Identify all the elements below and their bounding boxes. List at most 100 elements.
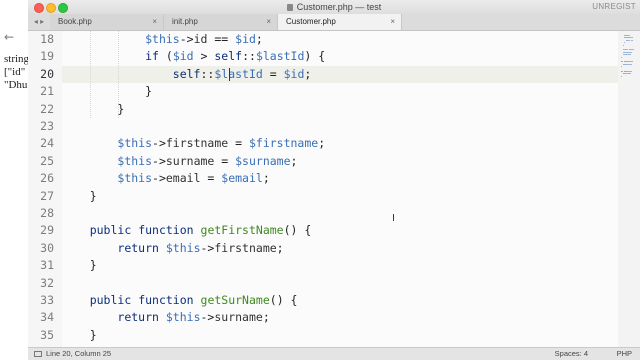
code-line[interactable]: [62, 205, 618, 222]
code-token: function: [138, 223, 194, 238]
code-token: id: [193, 32, 208, 46]
code-line[interactable]: $this->surname = $surname;: [62, 153, 618, 170]
indent-guide: [117, 31, 119, 118]
title-bar[interactable]: Customer.php — test UNREGIST: [28, 0, 640, 15]
code-line[interactable]: return $this->firstname;: [62, 240, 618, 257]
minimap-line: [631, 39, 633, 41]
line-number: 29: [40, 223, 54, 238]
back-arrow-icon[interactable]: ←: [4, 30, 14, 44]
code-token: ->: [200, 310, 215, 325]
minimap-line: [630, 71, 632, 72]
code-token: public: [89, 223, 132, 238]
code-token: $this: [145, 32, 180, 46]
line-number: 32: [40, 275, 54, 290]
code-line[interactable]: if ($id > self::$lastId) {: [62, 48, 618, 65]
window-title-text: Customer.php — test: [296, 2, 382, 12]
code-token: if: [145, 49, 159, 64]
minimap-line: [631, 37, 633, 39]
code-token: ->: [179, 32, 194, 46]
tab-book-php[interactable]: Book.php ×: [50, 14, 164, 30]
code-line[interactable]: }: [62, 327, 618, 344]
code-token: () {: [269, 293, 298, 307]
code-token: ;: [255, 32, 263, 46]
code-token: firstname: [165, 136, 229, 151]
tab-scroll-arrows-icon[interactable]: ◂ ▸: [30, 14, 48, 30]
code-token: email: [165, 171, 201, 186]
tab-close-icon[interactable]: ×: [152, 14, 157, 30]
code-token: =: [262, 66, 284, 81]
syntax-selector[interactable]: PHP: [617, 348, 632, 360]
tab-label: init.php: [172, 17, 198, 26]
code-token: =: [214, 153, 236, 168]
code-line[interactable]: }: [62, 257, 618, 274]
code-token: $lastId: [214, 66, 263, 81]
code-token: $firstname: [248, 136, 319, 151]
code-token: () {: [283, 223, 312, 238]
line-number: 33: [40, 293, 54, 307]
code-line[interactable]: }: [62, 101, 618, 118]
tab-label: Customer.php: [286, 17, 336, 26]
code-line[interactable]: $this->firstname = $firstname;: [62, 135, 618, 152]
code-token: function: [138, 293, 194, 307]
code-token: }: [62, 84, 153, 99]
code-token: $email: [221, 171, 263, 186]
code-token: ) {: [304, 49, 326, 64]
code-token: =: [200, 171, 222, 186]
line-number: 23: [40, 119, 54, 133]
code-line[interactable]: $this->id == $id;: [62, 31, 618, 48]
minimap[interactable]: [618, 31, 640, 348]
code-token: surname: [165, 153, 215, 168]
code-line[interactable]: return $this->surname;: [62, 309, 618, 326]
code-line[interactable]: }: [62, 83, 618, 100]
code-editor-area[interactable]: I $this->id == $id; if ($id > self::$las…: [62, 31, 618, 348]
code-line[interactable]: [62, 118, 618, 135]
code-line[interactable]: public function getFirstName() {: [62, 222, 618, 239]
editor-window: Customer.php — test UNREGIST ◂ ▸ Book.ph…: [28, 0, 640, 360]
code-line[interactable]: [62, 275, 618, 292]
code-token: $id: [172, 49, 194, 64]
code-token: ->: [200, 240, 215, 255]
code-token: $id: [283, 66, 305, 81]
code-line[interactable]: public function getSurName() {: [62, 292, 618, 309]
minimap-line: [630, 73, 632, 75]
line-number: 21: [40, 84, 54, 99]
code-token: }: [62, 327, 97, 342]
code-token: $lastId: [255, 49, 305, 64]
unregistered-label: UNREGIST: [592, 2, 636, 11]
code-token: firstname: [214, 240, 277, 255]
line-number: 27: [40, 188, 54, 203]
code-token: surname: [214, 310, 263, 325]
minimap-line: [622, 44, 624, 46]
tab-close-icon[interactable]: ×: [266, 14, 271, 30]
indentation-setting[interactable]: Spaces: 4: [555, 348, 588, 360]
text-cursor: [228, 67, 230, 81]
tab-init-php[interactable]: init.php ×: [164, 14, 278, 30]
minimap-line: [621, 66, 623, 68]
status-bar: Line 20, Column 25 Spaces: 4 PHP: [28, 347, 640, 360]
code-token: ;: [290, 153, 298, 168]
tab-customer-php[interactable]: Customer.php ×: [278, 14, 402, 30]
code-line[interactable]: $this->email = $email;: [62, 170, 618, 187]
code-token: ;: [304, 66, 312, 81]
minimap-line: [632, 49, 634, 51]
code-line[interactable]: self::$lastId = $id;: [62, 65, 618, 84]
code-token: ;: [276, 240, 284, 255]
code-token: $this: [117, 136, 153, 151]
code-token: self: [172, 66, 201, 81]
minimap-line: [631, 61, 633, 63]
panel-toggle-icon[interactable]: [34, 351, 42, 357]
code-token: $this: [117, 171, 153, 186]
indent-guide: [89, 31, 91, 118]
code-token: getSurName: [200, 293, 270, 307]
tab-close-icon[interactable]: ×: [390, 14, 395, 30]
code-token: }: [62, 101, 125, 116]
code-line[interactable]: }: [62, 188, 618, 205]
code-token: $this: [117, 153, 153, 168]
line-number: 26: [40, 171, 54, 186]
line-number-gutter: 18 19 20 21 22 23 24 25 26 27 28 29 30 31 32 33 34 35: [28, 31, 62, 348]
code-token: =: [228, 136, 249, 151]
